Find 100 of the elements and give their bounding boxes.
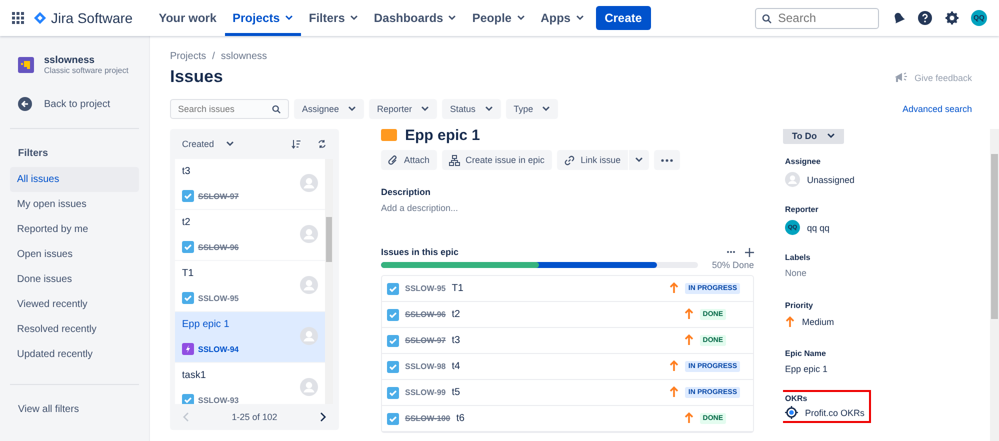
search-field[interactable]: Search	[755, 8, 879, 28]
priority-arrow-icon	[785, 316, 795, 328]
link-dropdown-button[interactable]	[628, 150, 649, 170]
priority-arrow-icon	[684, 412, 694, 424]
back-to-project-link[interactable]: Back to project	[44, 98, 110, 110]
sort-order-icon[interactable]	[291, 139, 301, 149]
issue-list-item[interactable]: Epp epic 1 SSLOW-94	[175, 312, 325, 362]
caret-icon	[350, 15, 358, 21]
epic-icon	[182, 343, 194, 356]
issue-summary: T1	[452, 283, 464, 294]
project-icon	[18, 57, 34, 73]
field-value: Unassigned	[807, 174, 855, 184]
view-all-filters-link[interactable]: View all filters	[10, 404, 139, 415]
issue-summary: T1	[182, 268, 195, 279]
issue-list-item[interactable]: t3 SSLOW-97	[175, 159, 325, 209]
filter-item[interactable]: Resolved recently	[10, 317, 139, 342]
issue-key: SSLOW-97	[198, 192, 239, 201]
caret-icon	[226, 141, 234, 147]
field-value: qq qq	[807, 222, 830, 232]
task-icon	[387, 360, 399, 372]
app-grid-icon[interactable]	[12, 12, 24, 24]
issue-list-item[interactable]: task1 SSLOW-93	[175, 363, 325, 404]
filter-dropdown[interactable]: Reporter	[369, 99, 438, 119]
issue-key: SSLOW-99	[405, 388, 446, 397]
field-label: Epic Name	[785, 349, 827, 358]
caret-icon	[634, 157, 643, 163]
notification-bell-icon[interactable]	[892, 12, 905, 24]
filter-item[interactable]: Open issues	[10, 242, 139, 267]
status-button[interactable]: To Do	[783, 129, 844, 144]
issue-summary: task1	[182, 370, 207, 381]
nav-item[interactable]: People	[464, 0, 533, 36]
filter-dropdown[interactable]: Assignee	[294, 99, 364, 119]
task-icon	[387, 282, 399, 294]
create-button[interactable]: Create	[596, 6, 651, 30]
link-icon	[564, 154, 575, 166]
issue-summary: t3	[452, 335, 462, 346]
caret-icon	[576, 15, 584, 21]
filter-item[interactable]: Viewed recently	[10, 292, 139, 317]
field-value: Epp epic 1	[785, 364, 828, 374]
field-value: Profit.co OKRs	[805, 408, 865, 418]
nav-item[interactable]: Your work	[150, 0, 224, 36]
avatar-icon	[300, 276, 318, 294]
help-icon[interactable]	[918, 11, 932, 25]
filter-item[interactable]: Reported by me	[10, 217, 139, 242]
filter-dropdown[interactable]: Status	[442, 99, 501, 119]
field-label: Priority	[785, 301, 814, 310]
megaphone-icon	[894, 72, 908, 83]
filter-item[interactable]: Updated recently	[10, 342, 139, 367]
refresh-icon[interactable]	[317, 139, 327, 149]
field-value: Medium	[802, 317, 834, 327]
breadcrumb-link[interactable]: Projects	[170, 51, 206, 62]
field-label: OKRs	[785, 394, 808, 403]
more-button[interactable]	[654, 150, 680, 170]
caret-icon	[284, 15, 293, 21]
description-label: Description	[381, 187, 432, 197]
more-icon	[660, 158, 673, 162]
nav-item[interactable]: Filters	[300, 0, 366, 36]
nav-item[interactable]: Projects	[224, 0, 301, 36]
avatar-icon	[300, 327, 318, 345]
search-issues-field[interactable]: Search issues	[170, 99, 289, 119]
issue-key: SSLOW-96	[198, 242, 239, 252]
issue-summary: t4	[452, 361, 462, 372]
add-icon[interactable]	[745, 248, 754, 256]
avatar-icon	[300, 378, 318, 396]
epic-issues-heading: Issues in this epic	[381, 247, 459, 257]
nav-item[interactable]: Dashboards	[366, 0, 464, 36]
filter-item[interactable]: Done issues	[10, 267, 139, 292]
page-title: Issues	[170, 67, 223, 87]
filter-item[interactable]: All issues	[10, 167, 139, 192]
issue-title[interactable]: Epp epic 1	[405, 129, 480, 144]
caret-icon	[448, 15, 456, 21]
nav-item[interactable]: Apps	[532, 0, 592, 36]
task-icon	[387, 386, 399, 398]
filter-dropdown[interactable]: Type	[506, 99, 558, 119]
field-label: Reporter	[785, 205, 820, 214]
issue-list-item[interactable]: t2 SSLOW-96	[175, 210, 325, 260]
attach-button[interactable]: Attach	[381, 150, 437, 170]
breadcrumb-link[interactable]: sslowness	[220, 51, 268, 62]
avatar-icon	[785, 172, 800, 187]
sort-dropdown[interactable]: Created	[182, 139, 234, 149]
link-issue-button[interactable]: Link issue	[556, 150, 628, 170]
settings-icon[interactable]	[945, 11, 959, 25]
advanced-search-link[interactable]: Advanced search	[902, 104, 972, 114]
page-scrollbar[interactable]	[990, 129, 999, 441]
priority-arrow-icon	[684, 308, 694, 320]
issue-summary: Epp epic 1	[182, 318, 230, 330]
next-page-icon[interactable]	[318, 412, 327, 422]
issue-list-item[interactable]: T1 SSLOW-95	[175, 261, 325, 311]
project-type: Classic software project	[44, 66, 128, 75]
description-placeholder[interactable]: Add a description...	[381, 203, 754, 213]
progress-label: 50% Done	[712, 260, 754, 270]
task-icon	[387, 412, 399, 424]
product-name: Jira Software	[51, 10, 133, 26]
filter-item[interactable]: My open issues	[10, 192, 139, 217]
create-issue-in-epic-button[interactable]: Create issue in epic	[442, 150, 552, 170]
list-scrollbar[interactable]	[325, 159, 333, 404]
caret-icon	[516, 15, 525, 21]
avatar-icon	[300, 174, 318, 192]
task-icon	[387, 308, 399, 320]
task-icon	[182, 292, 194, 304]
